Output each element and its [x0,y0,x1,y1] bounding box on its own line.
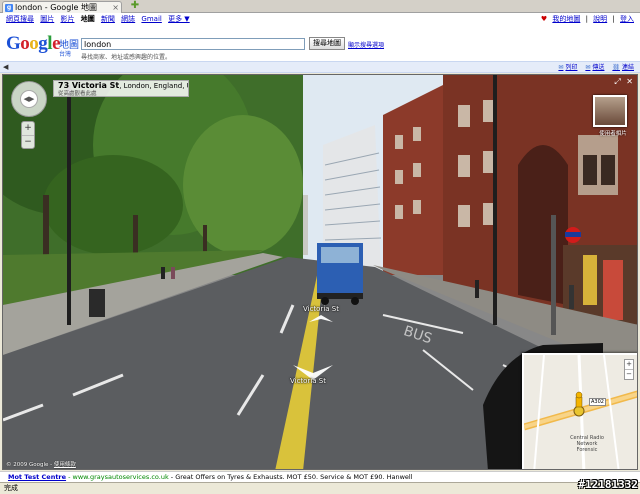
browser-tab[interactable]: g london - Google 地圖 × [2,1,122,13]
street-view-panorama[interactable]: BUS Victoria St Victoria St ◀▶ + − 73 Vi… [2,74,638,470]
fullscreen-icon[interactable]: ⤢ [614,77,620,86]
road-label-near: Victoria St [290,377,326,385]
place-label: Central Radio Network Forensic [570,435,604,453]
search-hint: 尋找商家、地址或感興趣的位置。 [81,54,172,61]
view-top-controls: ⤢ ✕ [611,77,633,87]
zoom-out-button[interactable]: − [22,135,34,148]
print-link[interactable]: ✉ 列印 [558,64,577,71]
browser-status-bar: 完成 [0,482,640,494]
user-photo-thumbnail[interactable] [593,95,627,127]
close-streetview-icon[interactable]: ✕ [626,77,633,86]
copyright: © 2009 Google - 使用條款 [6,462,76,468]
ad-url: - www.graysautoservices.co.uk [66,473,169,481]
pan-arrows-icon[interactable]: ◀▶ [20,90,38,108]
zoom-control: + − [21,121,35,149]
gbar-link-news[interactable]: 新聞 [101,15,115,23]
google-bar: 網頁搜尋 圖片 影片 地圖 新聞 網誌 Gmail 更多 ▼ ♥ 我的地圖 | … [0,13,640,26]
ad-title-link[interactable]: Mot Test Centre [8,473,66,481]
gbar-account: ♥ 我的地圖 | 說明 | 登入 [540,15,634,23]
browser-tabbar: g london - Google 地圖 × ✚ [0,0,640,13]
street-name: 73 Victoria St [58,81,120,90]
region-label: 台灣 [59,51,72,58]
gbar-link-blogs[interactable]: 網誌 [121,15,135,23]
road-label-far: Victoria St [303,305,339,313]
minimap-zoom-out-button[interactable]: − [625,369,633,379]
mail-icon: ✉ [585,64,591,71]
ad-text: - Great Offers on Tyres & Exhausts. MOT … [168,473,413,481]
gbar-link-images[interactable]: 圖片 [40,15,54,23]
map-toolbar: ◀ ✉ 列印 ✉ 傳送 ⛓ 連結 [0,62,640,73]
gbar-link-my-maps[interactable]: 我的地圖 [552,15,580,23]
gbar-link-video[interactable]: 影片 [60,15,74,23]
maps-header: Google 地圖 台灣 尋找商家、地址或感興趣的位置。 搜尋地圖 顯示搜尋選項 [0,26,640,62]
gbar-services: 網頁搜尋 圖片 影片 地圖 新聞 網誌 Gmail 更多 ▼ [6,13,194,26]
gbar-link-help[interactable]: 說明 [593,15,607,23]
zoom-in-button[interactable]: + [22,122,34,135]
sponsored-ad: Mot Test Centre - www.graysautoservices.… [0,471,640,482]
gbar-link-web[interactable]: 網頁搜尋 [6,15,34,23]
mini-map[interactable]: + − A302 Central Radio Network Forensic [522,353,637,469]
search-maps-button[interactable]: 搜尋地圖 [309,37,345,50]
gbar-link-more[interactable]: 更多 ▼ [168,15,190,23]
tab-close-icon[interactable]: × [112,2,119,13]
print-icon: ✉ [558,64,564,71]
google-favicon-icon: g [5,4,13,12]
terms-link[interactable]: 使用條款 [54,462,76,468]
image-watermark: #12181332 [578,478,638,491]
heart-icon: ♥ [540,15,548,23]
tab-title: london - Google 地圖 [15,3,97,12]
gbar-link-signin[interactable]: 登入 [620,15,634,23]
address-box: 73 Victoria St, London, England, United … [53,80,189,97]
chain-link-icon: ⛓ [612,64,620,71]
road-shield: A302 [589,398,606,406]
gbar-link-gmail[interactable]: Gmail [141,15,161,23]
status-text: 完成 [4,484,18,492]
pan-control[interactable]: ◀▶ [11,81,47,117]
search-input[interactable] [81,38,305,50]
minimap-zoom-in-button[interactable]: + [625,360,633,369]
minimap-zoom: + − [624,359,634,380]
user-photo-label: 使用者相片 [599,131,627,137]
address-sub-link[interactable]: 從高處觀看此處 [58,91,188,98]
gbar-link-maps: 地圖 [80,15,95,23]
send-link[interactable]: ✉ 傳送 [585,64,604,71]
address-rest: , London, England, United Kingdom [119,82,188,90]
search-options-link[interactable]: 顯示搜尋選項 [348,40,384,49]
google-logo[interactable]: Google [6,34,60,53]
link-link[interactable]: ⛓ 連結 [612,64,634,71]
map-actions: ✉ 列印 ✉ 傳送 ⛓ 連結 [552,62,634,73]
collapse-panel-icon[interactable]: ◀ [3,62,8,73]
new-tab-icon[interactable]: ✚ [128,1,142,12]
